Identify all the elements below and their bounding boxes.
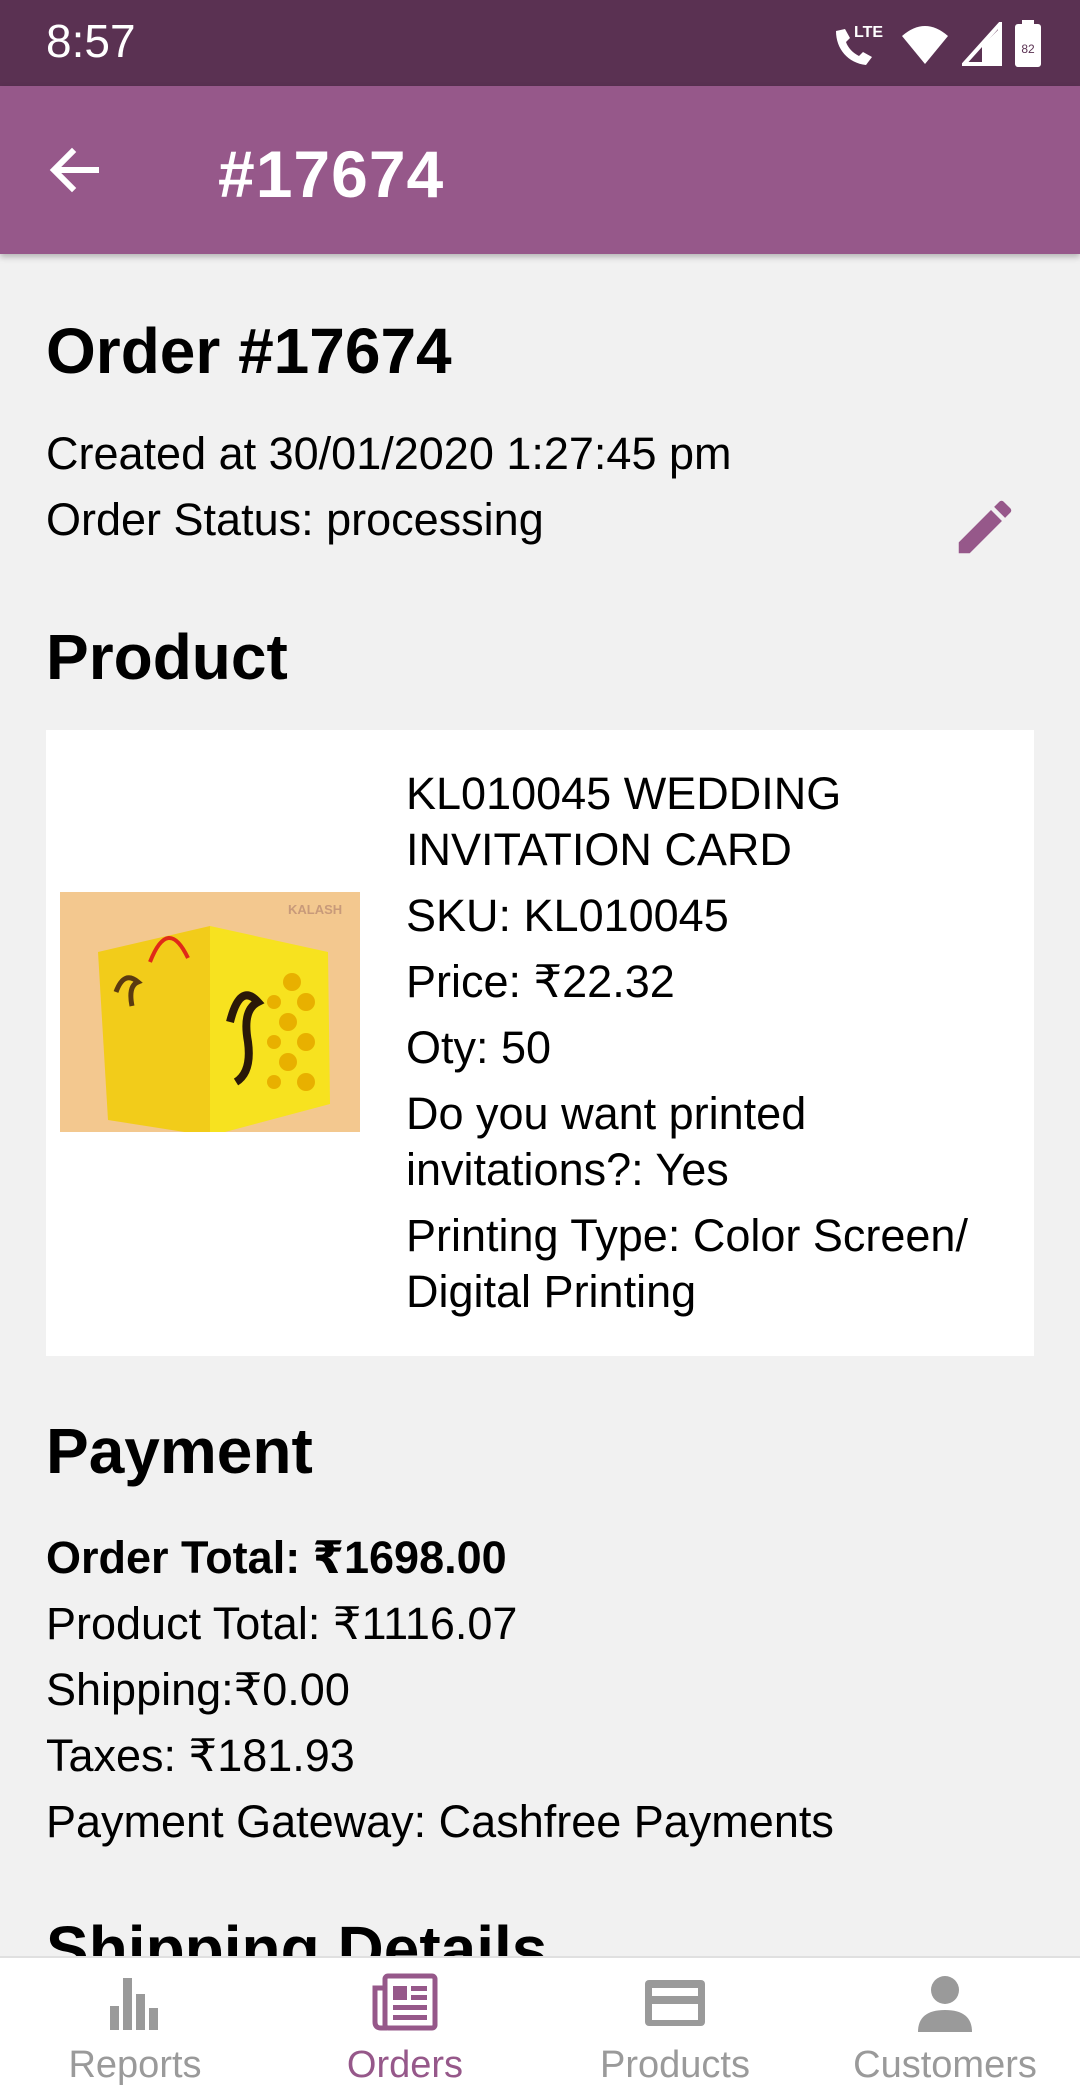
bar-chart-icon xyxy=(110,1978,158,2030)
nav-label-customers: Customers xyxy=(853,2044,1037,2086)
orders-icon xyxy=(372,1973,438,2031)
nav-item-reports[interactable]: Reports xyxy=(0,1958,270,2100)
product-printed-option: Do you want printed invitations?: Yes xyxy=(406,1088,807,1195)
order-detail-content[interactable]: Order #17674 Created at 30/01/2020 1:27:… xyxy=(0,254,1080,1956)
svg-text:LTE: LTE xyxy=(854,24,883,41)
payment-gateway: Payment Gateway: Cashfree Payments xyxy=(46,1796,834,1847)
status-bar: 8:57 LTE 82 xyxy=(0,0,1080,86)
payment-shipping: Shipping:₹0.00 xyxy=(46,1664,350,1715)
order-created-at: Created at 30/01/2020 1:27:45 pm xyxy=(46,428,732,479)
shipping-heading: Shipping Details xyxy=(46,1913,548,1956)
nav-label-products: Products xyxy=(600,2044,750,2086)
product-image: KALASH xyxy=(60,892,360,1136)
nav-item-products[interactable]: Products xyxy=(540,1958,810,2100)
status-icons: LTE 82 xyxy=(830,18,1042,70)
status-time: 8:57 xyxy=(46,15,136,67)
payment-taxes: Taxes: ₹181.93 xyxy=(46,1730,355,1781)
payment-order-total: Order Total: ₹1698.00 xyxy=(46,1532,507,1583)
lte-call-icon: LTE xyxy=(836,24,883,65)
back-arrow-icon xyxy=(49,147,99,193)
order-status: Order Status: processing xyxy=(46,494,544,545)
payment-product-total: Product Total: ₹1116.07 xyxy=(46,1598,518,1649)
nav-item-customers[interactable]: Customers xyxy=(810,1958,1080,2100)
battery-icon: 82 xyxy=(1015,20,1041,67)
product-card[interactable]: KALASH KL010045 WEDDING INVITATION CARD … xyxy=(46,730,1034,1356)
product-info: KL010045 WEDDING INVITATION CARD SKU: KL… xyxy=(406,766,1016,1330)
edit-status-button[interactable] xyxy=(950,492,1020,562)
nav-label-reports: Reports xyxy=(68,2044,202,2086)
pencil-icon xyxy=(958,500,1012,554)
product-name: KL010045 WEDDING INVITATION CARD xyxy=(406,768,842,875)
payment-heading: Payment xyxy=(46,1415,313,1487)
bottom-navigation: Reports Orders Products Customers xyxy=(0,1956,1080,2100)
wifi-icon xyxy=(902,26,948,64)
card-icon xyxy=(645,1980,705,2026)
back-button[interactable] xyxy=(44,140,104,200)
product-qty: Oty: 50 xyxy=(406,1022,552,1073)
product-heading: Product xyxy=(46,621,288,693)
product-sku: SKU: KL010045 xyxy=(406,890,729,941)
app-bar-title: #17674 xyxy=(218,137,445,211)
svg-text:KALASH: KALASH xyxy=(288,902,342,917)
person-icon xyxy=(918,1976,972,2032)
app-bar: #17674 xyxy=(0,86,1080,254)
product-price: Price: ₹22.32 xyxy=(406,956,675,1007)
nav-item-orders[interactable]: Orders xyxy=(270,1958,540,2100)
svg-text:82: 82 xyxy=(1021,42,1035,56)
order-heading: Order #17674 xyxy=(46,315,452,387)
cell-signal-icon xyxy=(962,22,1002,66)
product-printing-type: Printing Type: Color Screen/ Digital Pri… xyxy=(406,1210,968,1317)
nav-label-orders: Orders xyxy=(346,2044,464,2086)
